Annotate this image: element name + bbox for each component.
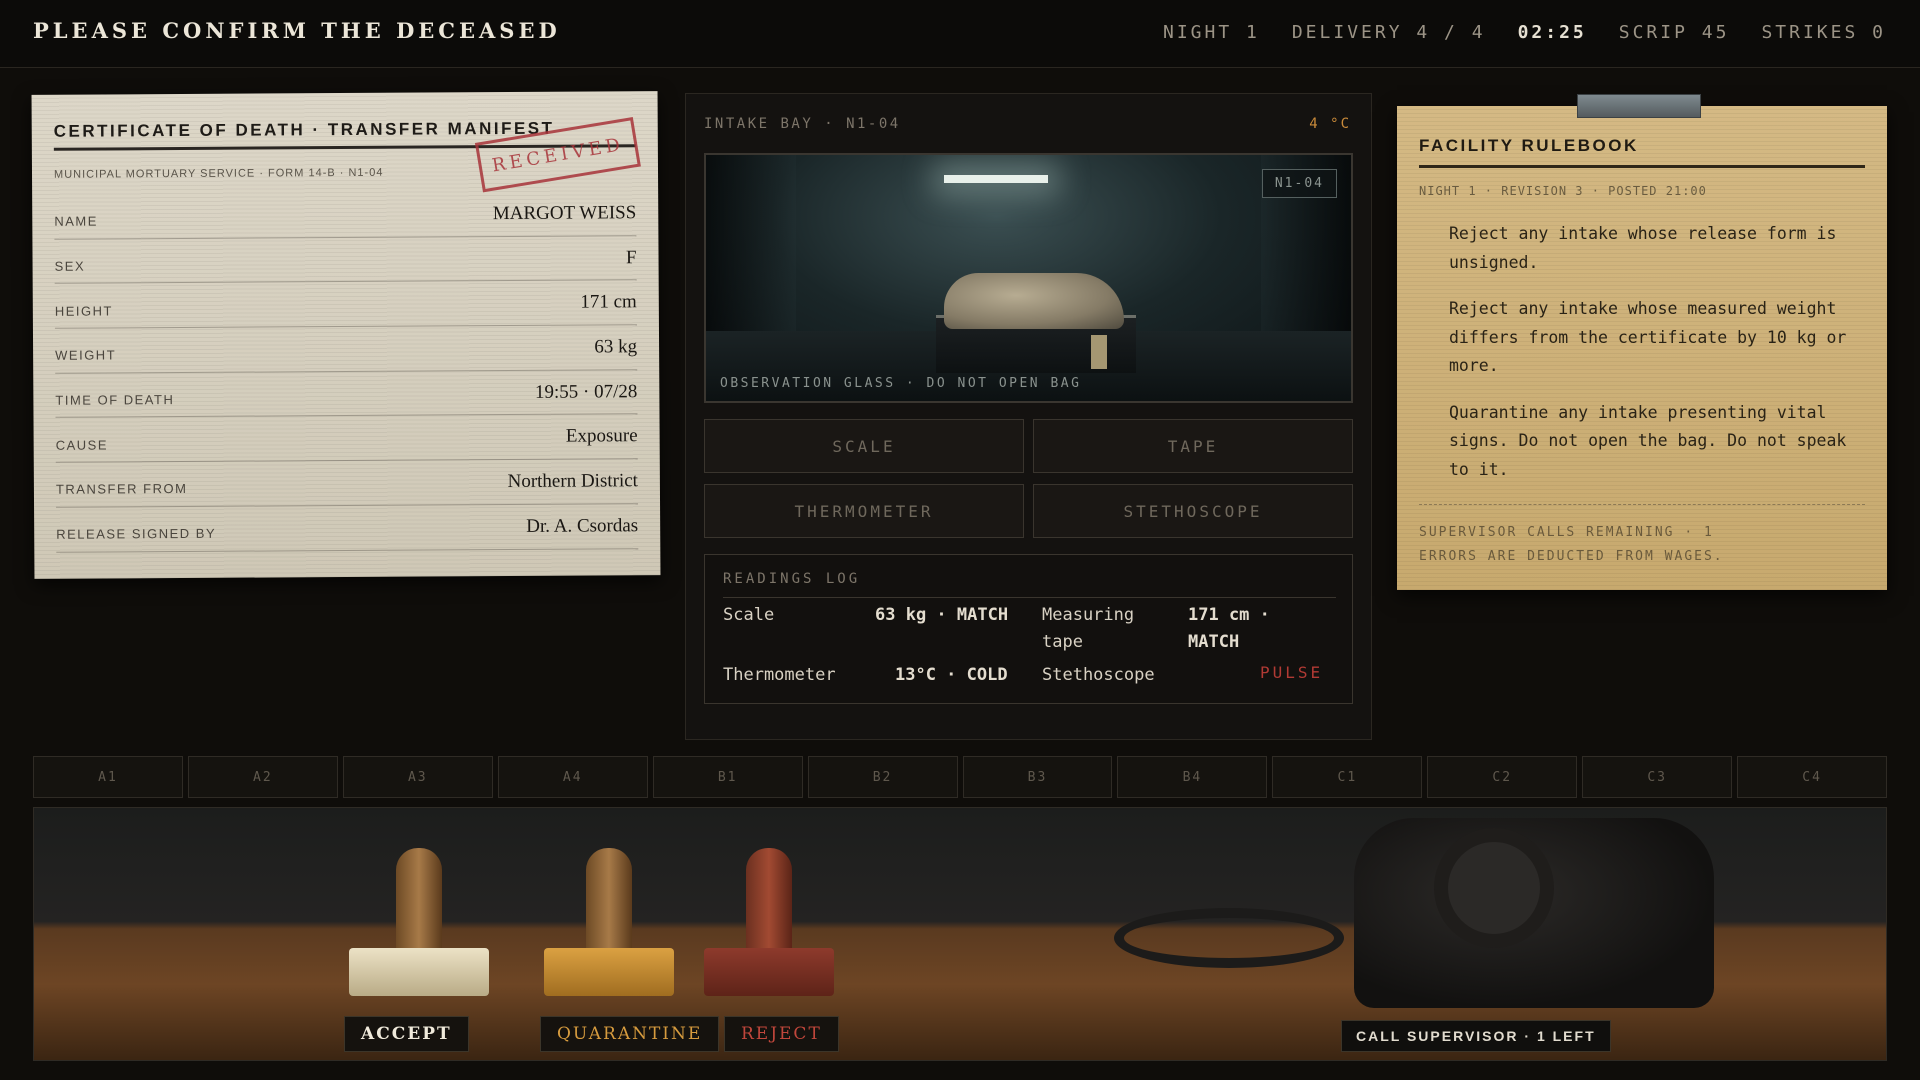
clipboard-clip bbox=[1577, 94, 1701, 118]
rotary-dial-icon bbox=[1434, 828, 1554, 948]
quarantine-stamp[interactable] bbox=[544, 816, 674, 996]
reading-tool: Scale bbox=[723, 605, 775, 625]
ceiling-lamp bbox=[944, 175, 1048, 183]
field-label: CAUSE bbox=[55, 437, 109, 453]
clock: 02:25 bbox=[1517, 22, 1587, 43]
status-readout: NIGHT 1 DELIVERY 4 / 4 02:25 SCRIP 45 ST… bbox=[1163, 22, 1886, 43]
readings-log: READINGS LOG Scale 63 kg · MATCH Measuri… bbox=[704, 554, 1353, 704]
scale-button[interactable]: SCALE bbox=[704, 419, 1024, 473]
bay-temperature: 4 °C bbox=[1309, 116, 1351, 132]
field-label: NAME bbox=[54, 213, 98, 230]
call-supervisor-button[interactable]: CALL SUPERVISOR · 1 LEFT bbox=[1341, 1020, 1611, 1052]
toe-tag bbox=[1091, 335, 1107, 369]
rule-item: Quarantine any intake presenting vital s… bbox=[1449, 402, 1847, 479]
certificate-row-weight: WEIGHT 63 kg bbox=[54, 325, 638, 374]
certificate-row-sex: SEX F bbox=[54, 235, 637, 285]
slot-b2[interactable]: B2 bbox=[807, 756, 958, 798]
wage-warning: ERRORS ARE DEDUCTED FROM WAGES. bbox=[1419, 549, 1724, 564]
observation-window: N1-04 OBSERVATION GLASS · DO NOT OPEN BA… bbox=[704, 153, 1353, 403]
phone-cord bbox=[1114, 908, 1344, 968]
field-label: HEIGHT bbox=[54, 303, 114, 319]
rulebook-footer: SUPERVISOR CALLS REMAINING · 1 ERRORS AR… bbox=[1419, 504, 1865, 569]
field-value: 171 cm bbox=[580, 291, 637, 313]
pulse-alert: PULSE bbox=[1260, 663, 1324, 682]
facility-rulebook[interactable]: FACILITY RULEBOOK NIGHT 1 · REVISION 3 ·… bbox=[1397, 94, 1887, 590]
field-value: 19:55 · 07/28 bbox=[534, 380, 638, 403]
top-bar: PLEASE CONFIRM THE DECEASED NIGHT 1 DELI… bbox=[0, 0, 1920, 68]
stethoscope-button[interactable]: STETHOSCOPE bbox=[1033, 484, 1353, 538]
certificate-fields: NAME MARGOT WEISS SEX F HEIGHT 171 cm WE… bbox=[54, 191, 639, 553]
field-value: F bbox=[625, 246, 637, 268]
certificate-row-time-of-death: TIME OF DEATH 19:55 · 07/28 bbox=[55, 369, 638, 419]
certificate-row-cause: CAUSE Exposure bbox=[55, 414, 638, 463]
reading-value: 171 cm · MATCH bbox=[1188, 605, 1270, 652]
slot-c2[interactable]: C2 bbox=[1427, 756, 1578, 798]
scrip-counter: SCRIP 45 bbox=[1618, 22, 1730, 43]
stamp-base bbox=[704, 948, 834, 996]
reading-tool: Measuring tape bbox=[1042, 605, 1135, 652]
death-certificate[interactable]: CERTIFICATE OF DEATH · TRANSFER MANIFEST… bbox=[31, 91, 661, 579]
tape-button[interactable]: TAPE bbox=[1033, 419, 1353, 473]
slot-a4[interactable]: A4 bbox=[497, 756, 648, 798]
slot-c1[interactable]: C1 bbox=[1272, 756, 1423, 798]
rule-list: Reject any intake whose release form is … bbox=[1449, 220, 1869, 502]
slot-a1[interactable]: A1 bbox=[33, 756, 183, 798]
stamp-base bbox=[349, 948, 489, 996]
field-value: 63 kg bbox=[594, 336, 638, 358]
certificate-row-transfer-from: TRANSFER FROM Northern District bbox=[55, 459, 639, 508]
accept-button[interactable]: ACCEPT bbox=[344, 1016, 469, 1052]
slot-a2[interactable]: A2 bbox=[187, 756, 338, 798]
body-bag bbox=[944, 273, 1124, 329]
slot-a3[interactable]: A3 bbox=[342, 756, 493, 798]
slot-c4[interactable]: C4 bbox=[1737, 756, 1888, 798]
slot-b3[interactable]: B3 bbox=[962, 756, 1113, 798]
slot-b4[interactable]: B4 bbox=[1117, 756, 1268, 798]
field-label: WEIGHT bbox=[55, 347, 117, 364]
certificate-subheading: MUNICIPAL MORTUARY SERVICE · FORM 14-B ·… bbox=[53, 166, 384, 181]
night-counter: NIGHT 1 bbox=[1162, 22, 1260, 43]
reading-tool: Thermometer bbox=[723, 665, 836, 685]
rulebook-heading: FACILITY RULEBOOK bbox=[1419, 136, 1865, 168]
reading-value: 13°C · COLD bbox=[895, 665, 1008, 685]
field-label: TRANSFER FROM bbox=[55, 481, 188, 498]
slot-c3[interactable]: C3 bbox=[1582, 756, 1733, 798]
field-value: MARGOT WEISS bbox=[492, 202, 637, 224]
thermometer-button[interactable]: THERMOMETER bbox=[704, 484, 1024, 538]
field-value: Dr. A. Csordas bbox=[526, 514, 639, 537]
storage-slots: A1 A2 A3 A4 B1 B2 B3 B4 C1 C2 C3 C4 bbox=[33, 756, 1888, 798]
reading-value: 63 kg · MATCH bbox=[875, 605, 1009, 625]
readings-log-title: READINGS LOG bbox=[723, 571, 1336, 598]
rule-item: Reject any intake whose measured weight … bbox=[1449, 299, 1847, 375]
reject-stamp[interactable] bbox=[704, 816, 834, 996]
field-value: Exposure bbox=[565, 425, 638, 447]
viewport-caption: OBSERVATION GLASS · DO NOT OPEN BAG bbox=[720, 376, 1082, 391]
certificate-row-release-signed-by: RELEASE SIGNED BY Dr. A. Csordas bbox=[56, 504, 639, 553]
page-title: PLEASE CONFIRM THE DECEASED bbox=[33, 18, 561, 43]
reject-button[interactable]: REJECT bbox=[724, 1016, 839, 1052]
viewport-tag: N1-04 bbox=[1261, 169, 1337, 198]
stamp-base bbox=[544, 948, 674, 996]
strikes-counter: STRIKES 0 bbox=[1761, 22, 1886, 43]
certificate-row-height: HEIGHT 171 cm bbox=[54, 280, 637, 329]
slot-b1[interactable]: B1 bbox=[652, 756, 803, 798]
quarantine-button[interactable]: QUARANTINE bbox=[540, 1016, 720, 1052]
field-label: SEX bbox=[54, 258, 86, 274]
field-label: TIME OF DEATH bbox=[55, 392, 175, 408]
supervisor-calls-note: SUPERVISOR CALLS REMAINING · 1 bbox=[1419, 525, 1714, 540]
accept-stamp[interactable] bbox=[349, 816, 489, 996]
intake-bay-panel: INTAKE BAY · N1-04 4 °C N1-04 OBSERVATIO… bbox=[685, 93, 1372, 740]
field-label: RELEASE SIGNED BY bbox=[56, 525, 217, 542]
certificate-row-name: NAME MARGOT WEISS bbox=[54, 191, 637, 240]
bay-label: INTAKE BAY · N1-04 bbox=[704, 116, 901, 132]
field-value: Northern District bbox=[507, 470, 638, 492]
reading-tool: Stethoscope bbox=[1042, 665, 1155, 685]
delivery-counter: DELIVERY 4 / 4 bbox=[1291, 22, 1486, 43]
rule-item: Reject any intake whose release form is … bbox=[1449, 224, 1837, 272]
rulebook-subheading: NIGHT 1 · REVISION 3 · POSTED 21:00 bbox=[1419, 184, 1707, 198]
